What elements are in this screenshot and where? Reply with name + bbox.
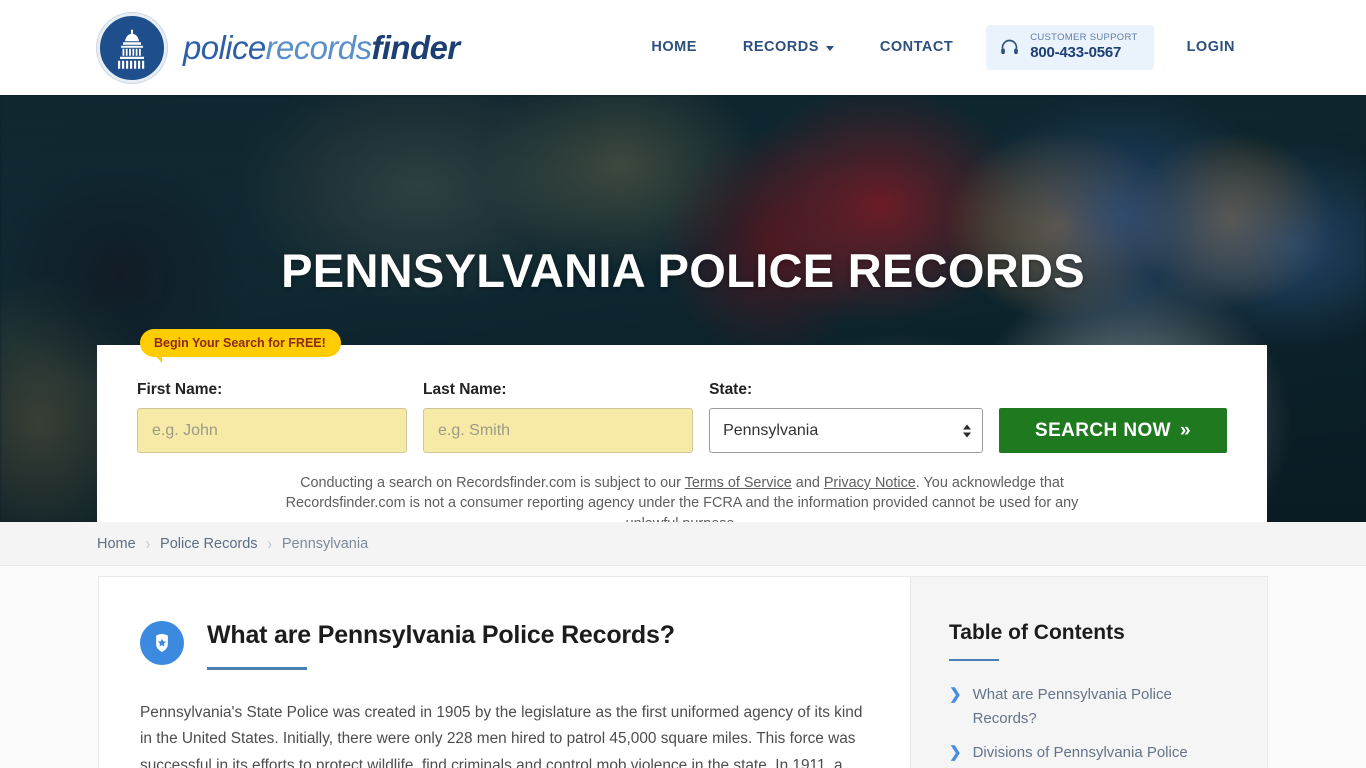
- first-name-field-group: First Name:: [137, 381, 408, 453]
- nav-item-records-label: RECORDS: [742, 39, 819, 56]
- search-panel: Begin Your Search for FREE! First Name: …: [97, 329, 1267, 522]
- site-header: policerecordsfinder HOME RECORDS CONTACT…: [0, 0, 1366, 95]
- article-card: What are Pennsylvania Police Records? Pe…: [98, 576, 910, 768]
- chevron-right-icon: ❯: [949, 744, 962, 762]
- privacy-notice-link[interactable]: Privacy Notice: [824, 475, 916, 491]
- state-select[interactable]: Pennsylvania: [709, 408, 983, 453]
- nav-item-contact-label: CONTACT: [879, 39, 954, 56]
- breadcrumb-bar: Home › Police Records › Pennsylvania: [0, 522, 1366, 566]
- section-header: What are Pennsylvania Police Records?: [140, 619, 870, 670]
- page-title: PENNSYLVANIA POLICE RECORDS: [281, 244, 1085, 297]
- nav-item-records[interactable]: RECORDS: [720, 39, 857, 55]
- disclaimer-part-2: and: [791, 475, 824, 491]
- article-paragraph: Pennsylvania's State Police was created …: [140, 704, 863, 768]
- logo-word-records: records: [265, 28, 372, 66]
- logo-word-police: police: [183, 28, 266, 66]
- state-field-group: State: Pennsylvania: [709, 381, 983, 453]
- chevron-right-icon: ›: [145, 534, 151, 553]
- state-label: State:: [709, 381, 753, 398]
- toc-list: ❯ What are Pennsylvania Police Records? …: [949, 683, 1235, 768]
- nav-item-contact[interactable]: CONTACT: [857, 39, 976, 55]
- last-name-label: Last Name:: [423, 381, 507, 398]
- capitol-dome-glyph: [118, 29, 145, 69]
- disclaimer-part-1: Conducting a search on Recordsfinder.com…: [300, 475, 685, 491]
- chevron-right-icon: ›: [267, 534, 272, 553]
- logo-wordmark: policerecordsfinder: [183, 29, 460, 67]
- police-badge-glyph: [156, 634, 168, 652]
- toc-item-what-are-records[interactable]: ❯ What are Pennsylvania Police Records?: [949, 683, 1235, 730]
- section-title-wrapper: What are Pennsylvania Police Records?: [207, 619, 675, 670]
- table-of-contents-panel: Table of Contents ❯ What are Pennsylvani…: [910, 576, 1268, 768]
- content-container: What are Pennsylvania Police Records? Pe…: [98, 566, 1268, 768]
- headset-icon: [1001, 39, 1018, 55]
- nav-item-home-label: HOME: [651, 39, 697, 56]
- nav-item-login[interactable]: LOGIN: [1164, 39, 1258, 55]
- toc-title: Table of Contents: [949, 621, 1125, 644]
- search-now-label: SEARCH NOW: [1035, 419, 1171, 441]
- first-name-input[interactable]: [137, 408, 408, 453]
- support-phone: 800-433-0567: [1030, 44, 1122, 62]
- toc-underline: [949, 659, 999, 661]
- breadcrumb: Home › Police Records › Pennsylvania: [97, 534, 369, 553]
- last-name-input[interactable]: [423, 408, 694, 453]
- section-underline: [207, 667, 307, 670]
- free-search-badge: Begin Your Search for FREE!: [140, 329, 341, 363]
- toc-item-label: What are Pennsylvania Police Records?: [972, 686, 1172, 727]
- chevron-right-icon: ❯: [949, 686, 962, 703]
- section-title: What are Pennsylvania Police Records?: [207, 621, 675, 649]
- search-form: First Name: Last Name: State: Pennsylvan…: [137, 381, 1227, 453]
- toc-item-divisions[interactable]: ❯ Divisions of Pennsylvania Police: [949, 741, 1235, 765]
- main-content: What are Pennsylvania Police Records? Pe…: [0, 566, 1366, 768]
- support-label: CUSTOMER SUPPORT: [1030, 32, 1138, 44]
- customer-support-button[interactable]: CUSTOMER SUPPORT 800-433-0567: [986, 25, 1154, 70]
- breadcrumb-item-police-records[interactable]: Police Records: [160, 536, 258, 552]
- double-chevron-right-icon: »: [1179, 419, 1191, 441]
- hero-banner: PENNSYLVANIA POLICE RECORDS Begin Your S…: [0, 95, 1366, 522]
- search-disclaimer: Conducting a search on Recordsfinder.com…: [267, 473, 1097, 522]
- breadcrumb-item-pennsylvania: Pennsylvania: [281, 535, 369, 552]
- terms-of-service-link[interactable]: Terms of Service: [685, 475, 792, 491]
- first-name-label: First Name:: [137, 381, 223, 398]
- police-badge-icon: [140, 621, 184, 665]
- logo-word-finder: finder: [371, 28, 460, 66]
- site-logo[interactable]: policerecordsfinder: [97, 12, 460, 83]
- nav-item-login-label: LOGIN: [1186, 39, 1235, 56]
- search-now-button[interactable]: SEARCH NOW »: [998, 408, 1227, 453]
- last-name-field-group: Last Name:: [423, 381, 694, 453]
- state-select-wrapper: Pennsylvania: [709, 408, 983, 453]
- breadcrumb-item-home[interactable]: Home: [97, 536, 136, 552]
- toc-item-label: Divisions of Pennsylvania Police: [972, 744, 1188, 762]
- support-text: CUSTOMER SUPPORT 800-433-0567: [1030, 32, 1138, 62]
- capitol-dome-icon: [97, 12, 167, 83]
- chevron-down-icon: [825, 45, 834, 51]
- nav-item-home[interactable]: HOME: [628, 39, 720, 55]
- primary-nav: HOME RECORDS CONTACT CUSTOMER SUPPORT 80…: [628, 25, 1258, 70]
